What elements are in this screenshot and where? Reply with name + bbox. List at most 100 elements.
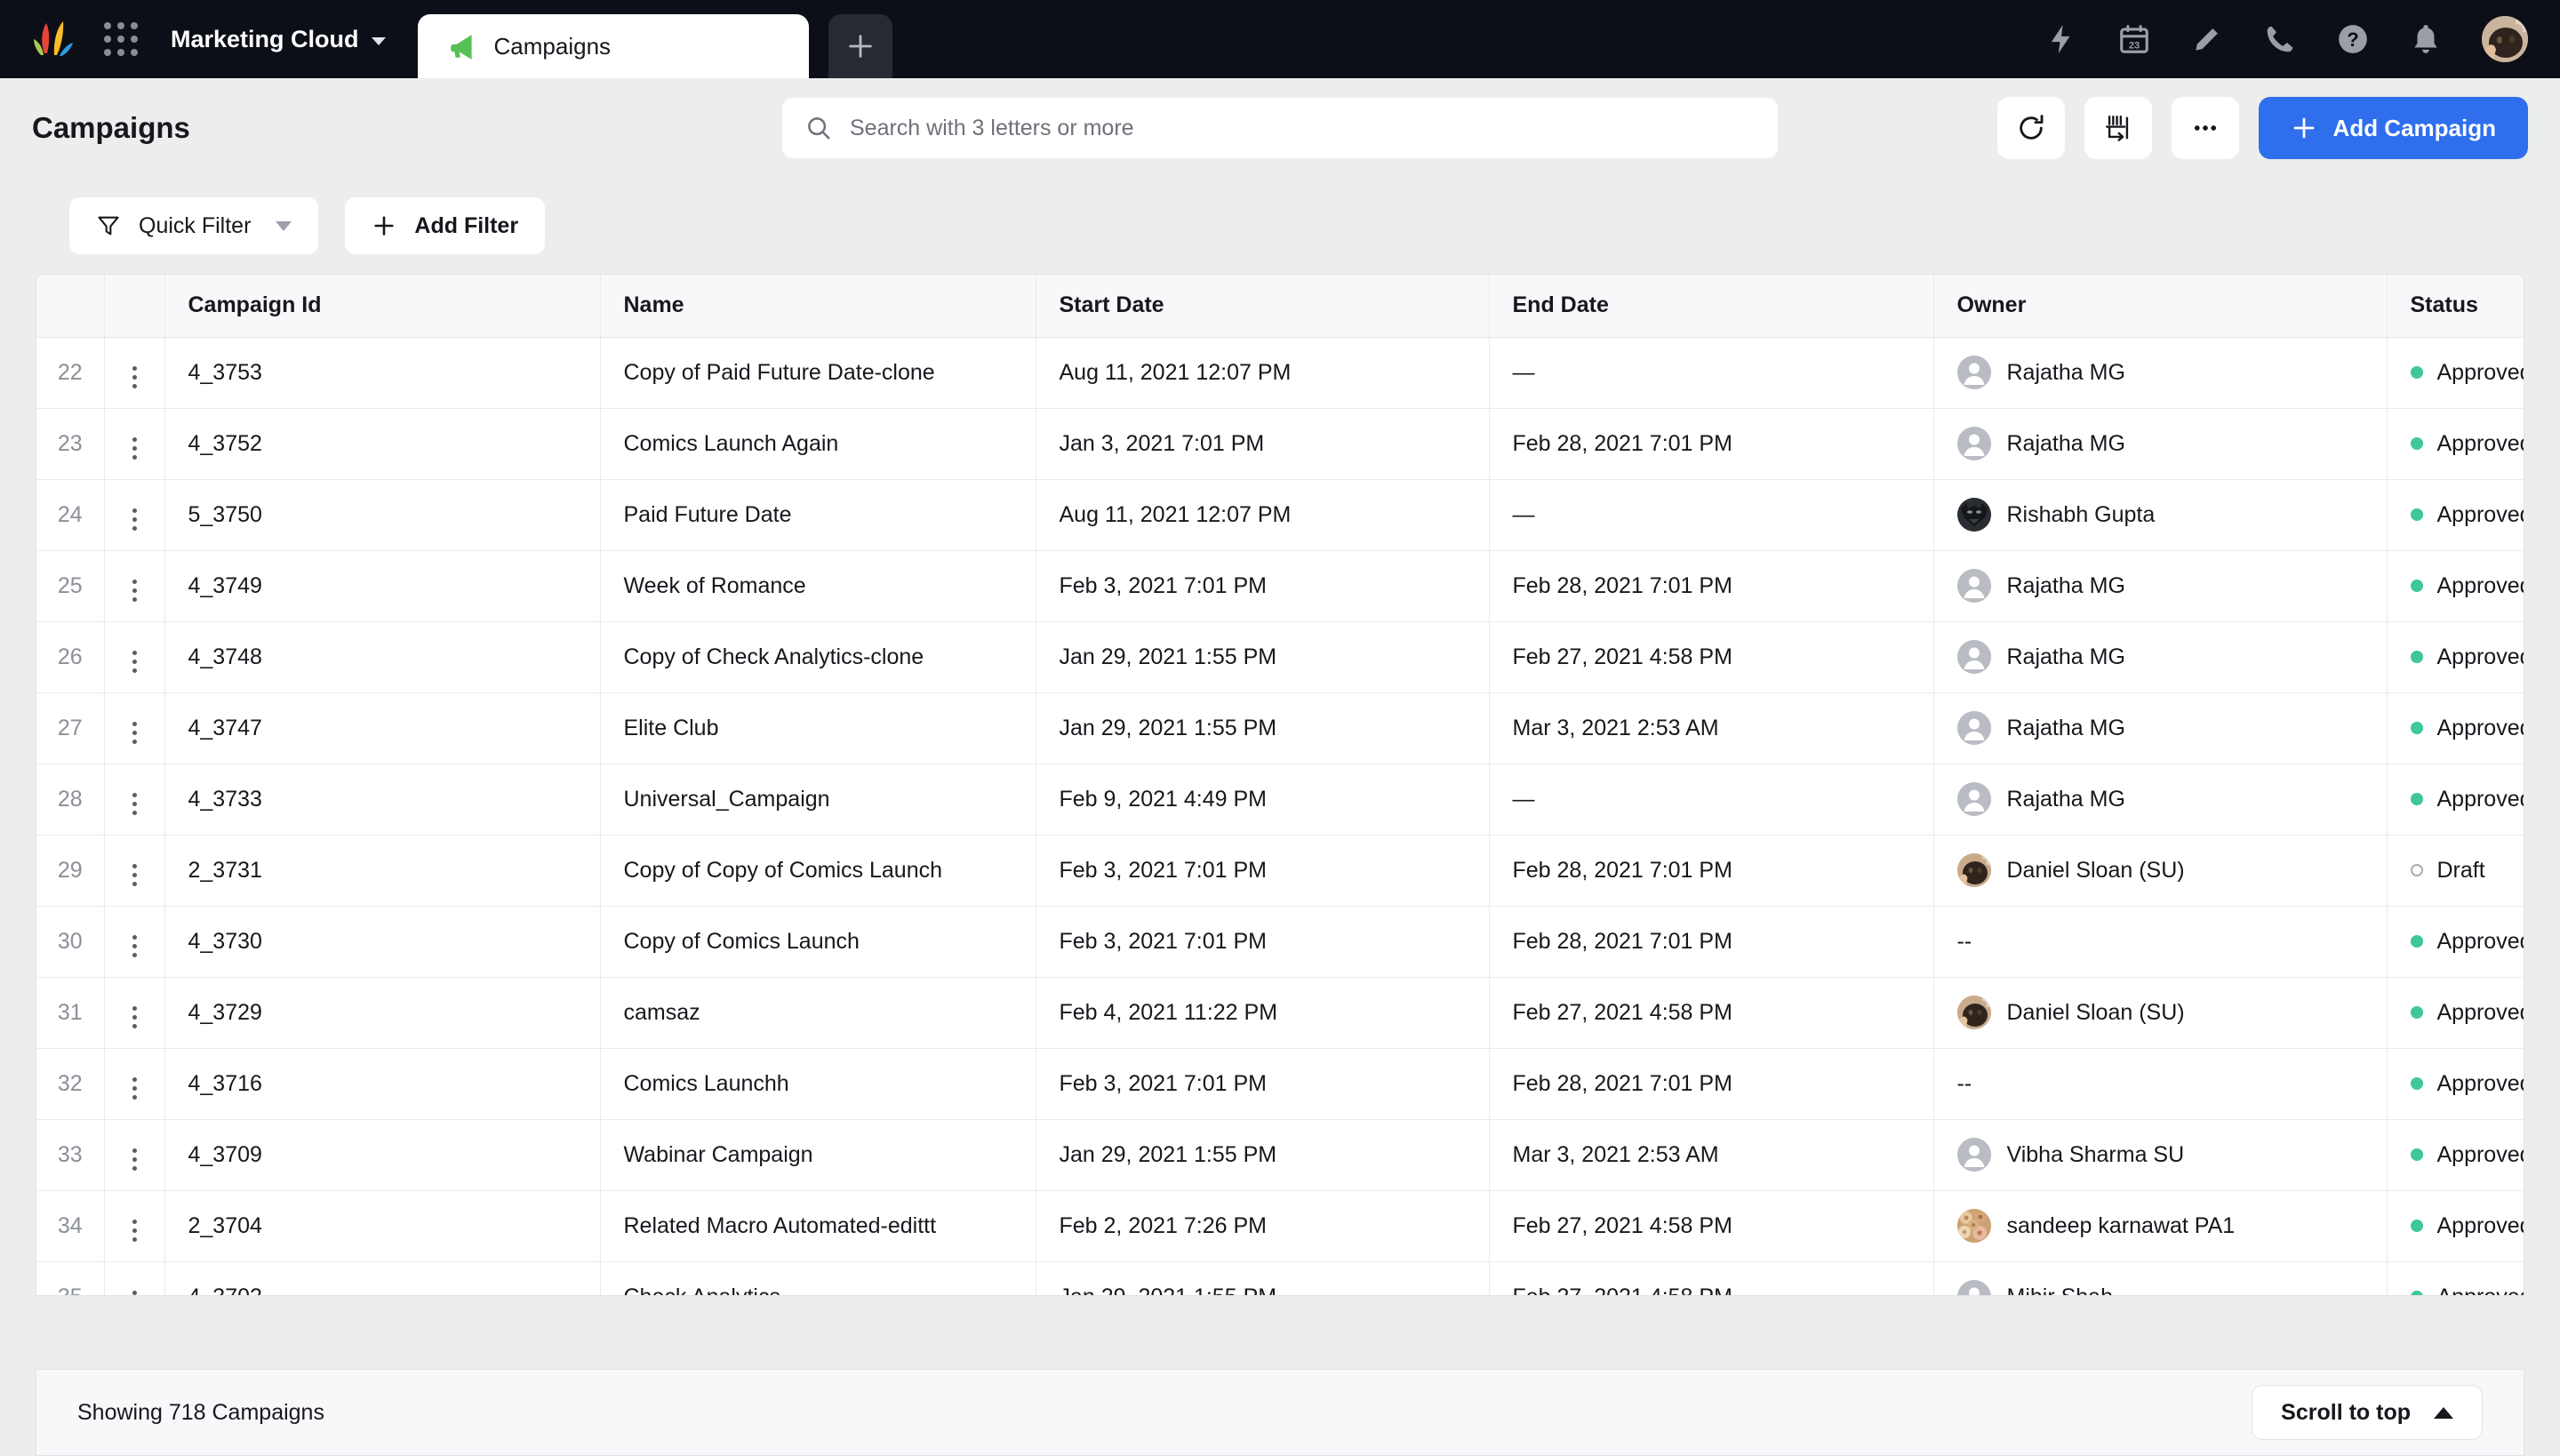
table-row[interactable]: 26 4_3748 Copy of Check Analytics-clone Jan… [36, 621, 2524, 693]
refresh-button[interactable] [1996, 97, 2065, 159]
column-header-menu[interactable] [104, 275, 165, 338]
cell-campaign-id[interactable]: 4_3716 [164, 1048, 601, 1120]
cell-campaign-id[interactable]: 2_3704 [164, 1190, 601, 1262]
cell-campaign-id[interactable]: 4_3752 [164, 408, 601, 480]
status-indicator-icon [2410, 864, 2423, 876]
table-row[interactable]: 22 4_3753 Copy of Paid Future Date-clone Au… [36, 337, 2524, 409]
table-row[interactable]: 33 4_3709 Wabinar Campaign Jan 29, 2021 1:5… [36, 1119, 2524, 1191]
row-menu-cell[interactable] [104, 1048, 165, 1120]
table-row[interactable]: 32 4_3716 Comics Launchh Feb 3, 2021 7:01 P… [36, 1048, 2524, 1120]
tab-campaigns[interactable]: Campaigns [417, 14, 809, 78]
row-menu-cell[interactable] [104, 621, 165, 693]
cell-campaign-id[interactable]: 4_3702 [164, 1261, 601, 1295]
table-row[interactable]: 35 4_3702Check AnalyticsJan 29, 2021 1:55… [36, 1261, 2524, 1295]
row-menu-cell[interactable] [104, 337, 165, 409]
column-header-status[interactable]: Status [2387, 275, 2524, 338]
cell-campaign-id[interactable]: 4_3753 [164, 337, 601, 409]
kebab-menu-icon[interactable] [127, 432, 142, 465]
table-row[interactable]: 29 2_3731 Copy of Copy of Comics Launch Feb… [36, 835, 2524, 907]
table-row[interactable]: 24 5_3750 Paid Future Date Aug 11, 2021 12:… [36, 479, 2524, 551]
kebab-menu-icon[interactable] [127, 574, 142, 607]
row-menu-cell[interactable] [104, 764, 165, 836]
kebab-menu-icon[interactable] [127, 788, 142, 820]
row-menu-cell[interactable] [104, 1119, 165, 1191]
cell-name[interactable]: Universal_Campaign [600, 764, 1036, 836]
table-row[interactable]: 28 4_3733 Universal_Campaign Feb 9, 2021 4:… [36, 764, 2524, 836]
table-row[interactable]: 34 2_3704 Related Macro Automated-edittt Fe… [36, 1190, 2524, 1262]
kebab-menu-icon[interactable] [127, 503, 142, 536]
scroll-to-top-button[interactable]: Scroll to top [2252, 1385, 2483, 1440]
table-row[interactable]: 27 4_3747 Elite Club Jan 29, 2021 1:55 PM Ma… [36, 692, 2524, 764]
cell-campaign-id[interactable]: 4_3729 [164, 977, 601, 1049]
kebab-menu-icon[interactable] [127, 930, 142, 963]
kebab-menu-icon[interactable] [127, 1214, 142, 1247]
add-filter-button[interactable]: Add Filter [345, 197, 546, 254]
column-header-end-date[interactable]: End Date [1489, 275, 1934, 338]
cell-campaign-id[interactable]: 4_3733 [164, 764, 601, 836]
cell-campaign-id[interactable]: 4_3709 [164, 1119, 601, 1191]
cell-name[interactable]: Comics Launch Again [600, 408, 1036, 480]
kebab-menu-icon[interactable] [127, 645, 142, 678]
zoho-logo-icon[interactable] [28, 14, 78, 64]
avatar[interactable] [2482, 16, 2528, 62]
cell-name[interactable]: Related Macro Automated-edittt [600, 1190, 1036, 1262]
cell-name[interactable]: Wabinar Campaign [600, 1119, 1036, 1191]
bell-icon[interactable] [2409, 22, 2443, 56]
kebab-menu-icon[interactable] [127, 361, 142, 394]
row-menu-cell[interactable] [104, 692, 165, 764]
cell-name[interactable]: Elite Club [600, 692, 1036, 764]
kebab-menu-icon[interactable] [127, 716, 142, 749]
cell-name[interactable]: Copy of Paid Future Date-clone [600, 337, 1036, 409]
cell-name[interactable]: Comics Launchh [600, 1048, 1036, 1120]
kebab-menu-icon[interactable] [127, 1001, 142, 1034]
table-row[interactable]: 25 4_3749 Week of Romance Feb 3, 2021 7:01 … [36, 550, 2524, 622]
calendar-icon[interactable]: 23 [2117, 22, 2151, 56]
row-menu-cell[interactable] [104, 906, 165, 978]
row-menu-cell[interactable] [104, 1190, 165, 1262]
cell-campaign-id[interactable]: 4_3749 [164, 550, 601, 622]
cell-name[interactable]: Copy of Check Analytics-clone [600, 621, 1036, 693]
column-header-name[interactable]: Name [600, 275, 1036, 338]
lightning-icon[interactable] [2044, 22, 2078, 56]
more-options-button[interactable] [2171, 97, 2239, 159]
kebab-menu-icon[interactable] [127, 1143, 142, 1176]
kebab-menu-icon[interactable] [127, 1285, 142, 1295]
cell-name[interactable]: camsaz [600, 977, 1036, 1049]
app-switcher[interactable]: Marketing Cloud [171, 26, 386, 53]
cell-campaign-id[interactable]: 4_3748 [164, 621, 601, 693]
cell-name[interactable]: Paid Future Date [600, 479, 1036, 551]
row-menu-cell[interactable] [104, 835, 165, 907]
kebab-menu-icon[interactable] [127, 859, 142, 892]
search-input[interactable] [850, 115, 1755, 141]
add-tab-button[interactable] [828, 14, 892, 78]
cell-campaign-id[interactable]: 4_3730 [164, 906, 601, 978]
table-row[interactable]: 23 4_3752 Comics Launch Again Jan 3, 2021 7… [36, 408, 2524, 480]
row-menu-cell[interactable] [104, 977, 165, 1049]
cell-name[interactable]: Copy of Comics Launch [600, 906, 1036, 978]
row-menu-cell[interactable] [104, 479, 165, 551]
cell-campaign-id[interactable]: 4_3747 [164, 692, 601, 764]
phone-icon[interactable] [2263, 22, 2297, 56]
cell-name[interactable]: Copy of Copy of Comics Launch [600, 835, 1036, 907]
table-row[interactable]: 31 4_3729 camsaz Feb 4, 2021 11:22 PM Feb 27… [36, 977, 2524, 1049]
kebab-menu-icon[interactable] [127, 1072, 142, 1105]
row-menu-cell[interactable] [104, 1261, 165, 1295]
cell-name[interactable]: Check Analytics [600, 1261, 1036, 1295]
row-menu-cell[interactable] [104, 550, 165, 622]
column-header-rownum[interactable] [36, 275, 105, 338]
table-row[interactable]: 30 4_3730 Copy of Comics Launch Feb 3, 2021… [36, 906, 2524, 978]
column-header-owner[interactable]: Owner [1933, 275, 2388, 338]
apps-grid-icon[interactable] [98, 16, 144, 62]
column-settings-button[interactable] [2084, 97, 2152, 159]
quick-filter-button[interactable]: Quick Filter [69, 197, 319, 254]
row-menu-cell[interactable] [104, 408, 165, 480]
column-header-campaign-id[interactable]: Campaign Id [164, 275, 601, 338]
add-campaign-button[interactable]: Add Campaign [2258, 97, 2528, 159]
pencil-icon[interactable] [2190, 22, 2224, 56]
cell-name[interactable]: Week of Romance [600, 550, 1036, 622]
cell-campaign-id[interactable]: 2_3731 [164, 835, 601, 907]
search-bar[interactable] [782, 98, 1778, 158]
column-header-start-date[interactable]: Start Date [1036, 275, 1490, 338]
help-icon[interactable]: ? [2336, 22, 2370, 56]
cell-campaign-id[interactable]: 5_3750 [164, 479, 601, 551]
